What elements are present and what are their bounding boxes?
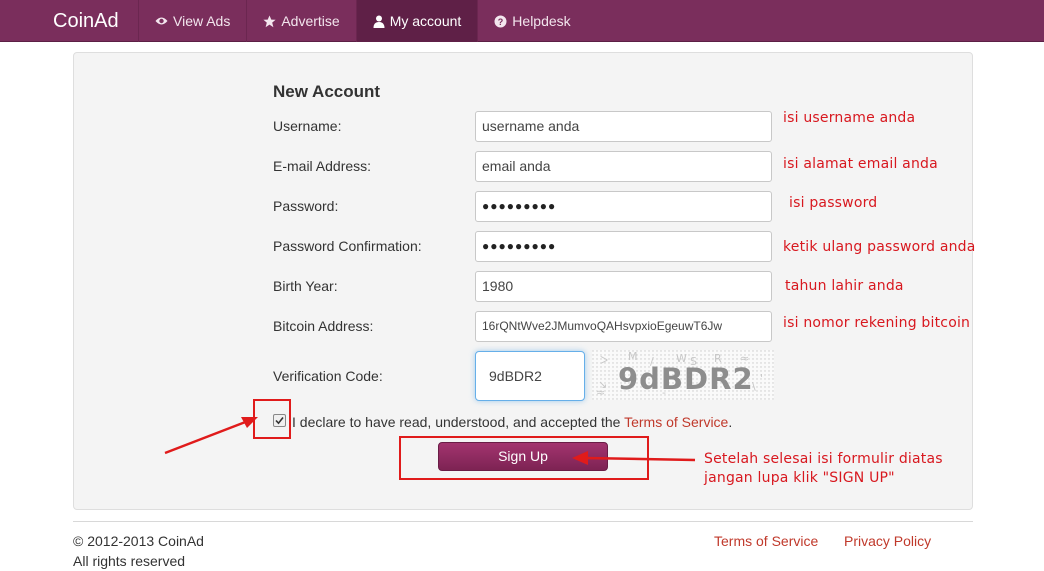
email-hint: isi alamat email anda: [783, 156, 938, 172]
username-label: Username:: [273, 118, 342, 134]
nav-item-helpdesk[interactable]: ? Helpdesk: [477, 0, 586, 42]
captcha-text: 9dBDR2: [618, 362, 754, 396]
nav-menu: View Ads Advertise My account ? Helpdesk: [138, 0, 587, 42]
nav-item-my-account[interactable]: My account: [355, 0, 478, 42]
bitcoin-address-hint: isi nomor rekening bitcoin: [783, 315, 971, 331]
password-input[interactable]: ●●●●●●●●●: [475, 191, 772, 222]
password-confirmation-input[interactable]: ●●●●●●●●●: [475, 231, 772, 262]
password-hint: isi password: [789, 195, 878, 211]
email-input[interactable]: email anda: [475, 151, 772, 182]
nav-item-label: View Ads: [173, 13, 231, 29]
username-hint: isi username anda: [783, 110, 916, 126]
password-confirmation-hint: ketik ulang password anda: [783, 239, 976, 255]
nav-item-label: Helpdesk: [512, 13, 571, 29]
bitcoin-address-label: Bitcoin Address:: [273, 318, 374, 334]
email-label: E-mail Address:: [273, 158, 372, 174]
form-title: New Account: [273, 82, 381, 101]
bitcoin-address-input[interactable]: 16rQNtWve2JMumvoQAHsvpxioEgeuwT6Jw: [475, 311, 772, 342]
declaration-text: I declare to have read, understood, and …: [292, 414, 625, 430]
question-circle-icon: ?: [494, 15, 507, 27]
signup-note-line1: Setelah selesai isi formulir diatas: [704, 451, 943, 467]
footer-privacy-link[interactable]: Privacy Policy: [844, 533, 931, 549]
birth-year-hint: tahun lahir anda: [785, 278, 904, 294]
footer-copyright: © 2012-2013 CoinAd: [73, 533, 204, 549]
nav-item-label: Advertise: [281, 13, 340, 29]
svg-text:≈: ≈: [596, 386, 605, 399]
annotation-box-checkbox: [253, 399, 291, 439]
birth-year-label: Birth Year:: [273, 278, 338, 294]
verification-code-input[interactable]: 9dBDR2: [475, 351, 585, 401]
verification-code-label: Verification Code:: [273, 368, 383, 384]
annotation-box-signup: [399, 436, 649, 480]
svg-text:?: ?: [498, 17, 504, 27]
footer-rights: All rights reserved: [73, 553, 186, 569]
username-input[interactable]: username anda: [475, 111, 772, 142]
declaration-suffix: .: [728, 414, 733, 430]
nav-item-view-ads[interactable]: View Ads: [138, 0, 246, 42]
eye-icon: [155, 17, 168, 25]
footer-terms-link[interactable]: Terms of Service: [714, 533, 818, 549]
user-icon: [373, 15, 385, 28]
terms-of-service-link[interactable]: Terms of Service: [624, 414, 728, 430]
nav-item-label: My account: [389, 13, 462, 29]
birth-year-input[interactable]: 1980: [475, 271, 772, 302]
svg-text:': ': [760, 372, 763, 385]
star-icon: [263, 15, 276, 27]
footer-divider: [73, 521, 973, 522]
top-navbar: CoinAd View Ads Advertise My account ? H…: [0, 0, 1044, 42]
captcha-image: ᐳ M / WSR ≈↘≈ \'- 9dBDR2: [592, 350, 774, 400]
password-confirmation-label: Password Confirmation:: [273, 238, 422, 254]
terms-declaration: I declare to have read, understood, and …: [292, 414, 732, 430]
nav-item-advertise[interactable]: Advertise: [246, 0, 355, 42]
brand-logo[interactable]: CoinAd: [53, 0, 119, 42]
password-label: Password:: [273, 198, 339, 214]
svg-text:ᐳ: ᐳ: [600, 354, 608, 367]
signup-note-line2: jangan lupa klik "SIGN UP": [704, 470, 895, 486]
